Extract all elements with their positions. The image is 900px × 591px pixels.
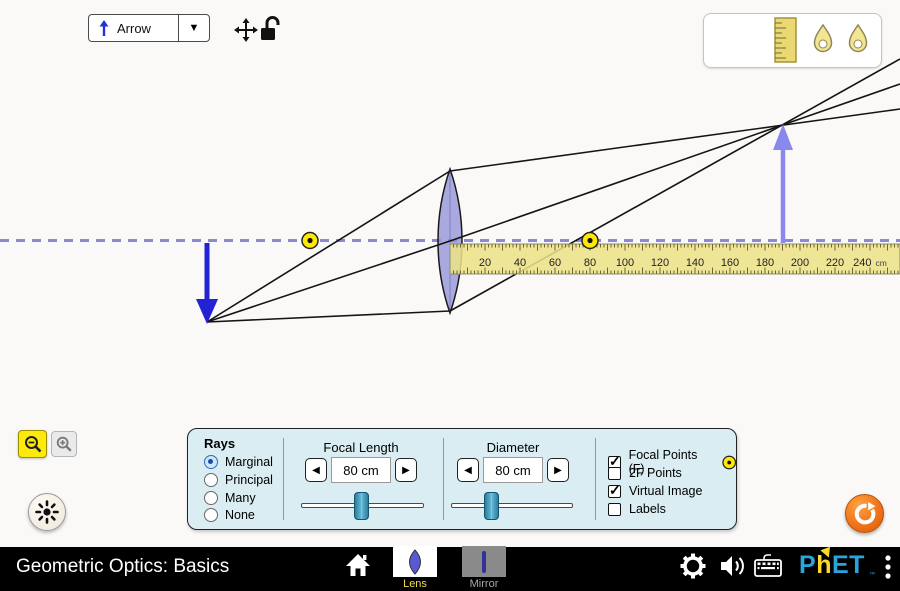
focal-length-title: Focal Length [323,440,398,455]
reset-arrow-icon [853,502,877,526]
focal-length-slider-handle[interactable] [354,492,369,520]
ruler-label: 40 [514,257,526,269]
tab-mirror[interactable] [462,546,506,577]
radio-icon [204,473,218,487]
keyboard-icon[interactable] [753,553,783,579]
position-marker-tool[interactable] [843,22,873,60]
ruler-label: 80 [584,257,596,269]
zoom-in-button[interactable] [51,431,77,457]
tab-mirror-label[interactable]: Mirror [470,578,499,590]
ruler-label: 160 [721,257,739,269]
up-arrow-icon [98,19,110,37]
radio-icon [204,491,218,505]
mirror-icon [479,549,489,575]
ruler-label: 180 [756,257,774,269]
ruler-label: 20 [479,257,491,269]
divider [443,438,444,520]
image-arrow [773,124,793,243]
ruler-label: 220 [826,257,844,269]
vertical-ruler-tool-icon[interactable] [774,17,798,63]
ruler-label: 120 [651,257,669,269]
checkbox-2f-points[interactable]: 2F Points [608,466,682,480]
diameter-decrement-button[interactable]: ◀ [457,458,479,482]
lens-icon [405,548,425,576]
checkbox-icon [608,503,621,516]
zoom-out-button[interactable] [18,430,47,458]
ruler-label: 60 [549,257,561,269]
radio-marginal[interactable]: Marginal [204,455,273,469]
ruler-label: 240cm [853,257,887,269]
focal-length-increment-button[interactable]: ▶ [395,458,417,482]
diameter-value: 80 cm [483,457,543,483]
focal-length-value: 80 cm [331,457,391,483]
focal-length-decrement-button[interactable]: ◀ [305,458,327,482]
magnifier-plus-icon [55,435,73,453]
diameter-title: Diameter [487,440,540,455]
checkbox-icon [608,467,621,480]
chevron-down-icon[interactable]: ▼ [178,15,209,41]
focal-point-icon [722,455,736,470]
unlocked-padlock-icon[interactable] [258,15,282,43]
object-selector-label: Arrow [117,21,151,36]
divider [595,438,596,520]
home-icon[interactable] [345,553,371,577]
tab-lens-label[interactable]: Lens [403,578,427,590]
focal-point-left [302,233,318,249]
phet-logo[interactable]: PhET [799,551,865,580]
tab-lens[interactable] [393,546,437,577]
ruler-label: 140 [686,257,704,269]
diameter-slider-track[interactable] [451,503,573,508]
menu-dots-icon[interactable] [883,554,893,582]
rays-title: Rays [204,436,235,451]
sim-title: Geometric Optics: Basics [16,556,229,578]
ruler-label: 200 [791,257,809,269]
radio-icon [204,508,218,522]
magnifier-minus-icon [23,434,43,454]
diameter-increment-button[interactable]: ▶ [547,458,569,482]
checkbox-icon [608,485,621,498]
object-selector[interactable]: Arrow ▼ [88,14,210,42]
diameter-slider-handle[interactable] [484,492,499,520]
gear-icon[interactable] [680,553,706,579]
control-panel: Rays Marginal Principal Many None Focal … [187,428,737,530]
radio-principal[interactable]: Principal [204,473,273,487]
checkbox-labels[interactable]: Labels [608,502,666,516]
radio-many[interactable]: Many [204,491,256,505]
reset-all-button[interactable] [845,494,884,533]
focal-point-right [582,233,598,249]
position-marker-tool[interactable] [808,22,838,60]
horizontal-ruler[interactable]: 20 40 60 80 100 120 140 160 180 200 220 240cm [450,244,900,274]
divider [283,438,284,520]
radio-none[interactable]: None [204,508,255,522]
radio-icon [204,455,218,469]
phet-trademark: ™ [869,572,875,578]
move-icon[interactable] [234,18,258,42]
light-rays [207,59,900,322]
object-selector-value[interactable]: Arrow [89,15,178,41]
ruler-label: 100 [616,257,634,269]
sound-icon[interactable] [718,553,746,579]
point-light-icon [34,499,60,525]
object-arrow[interactable] [196,243,218,324]
second-point-button[interactable] [28,493,66,531]
checkbox-virtual-image[interactable]: Virtual Image [608,484,702,498]
